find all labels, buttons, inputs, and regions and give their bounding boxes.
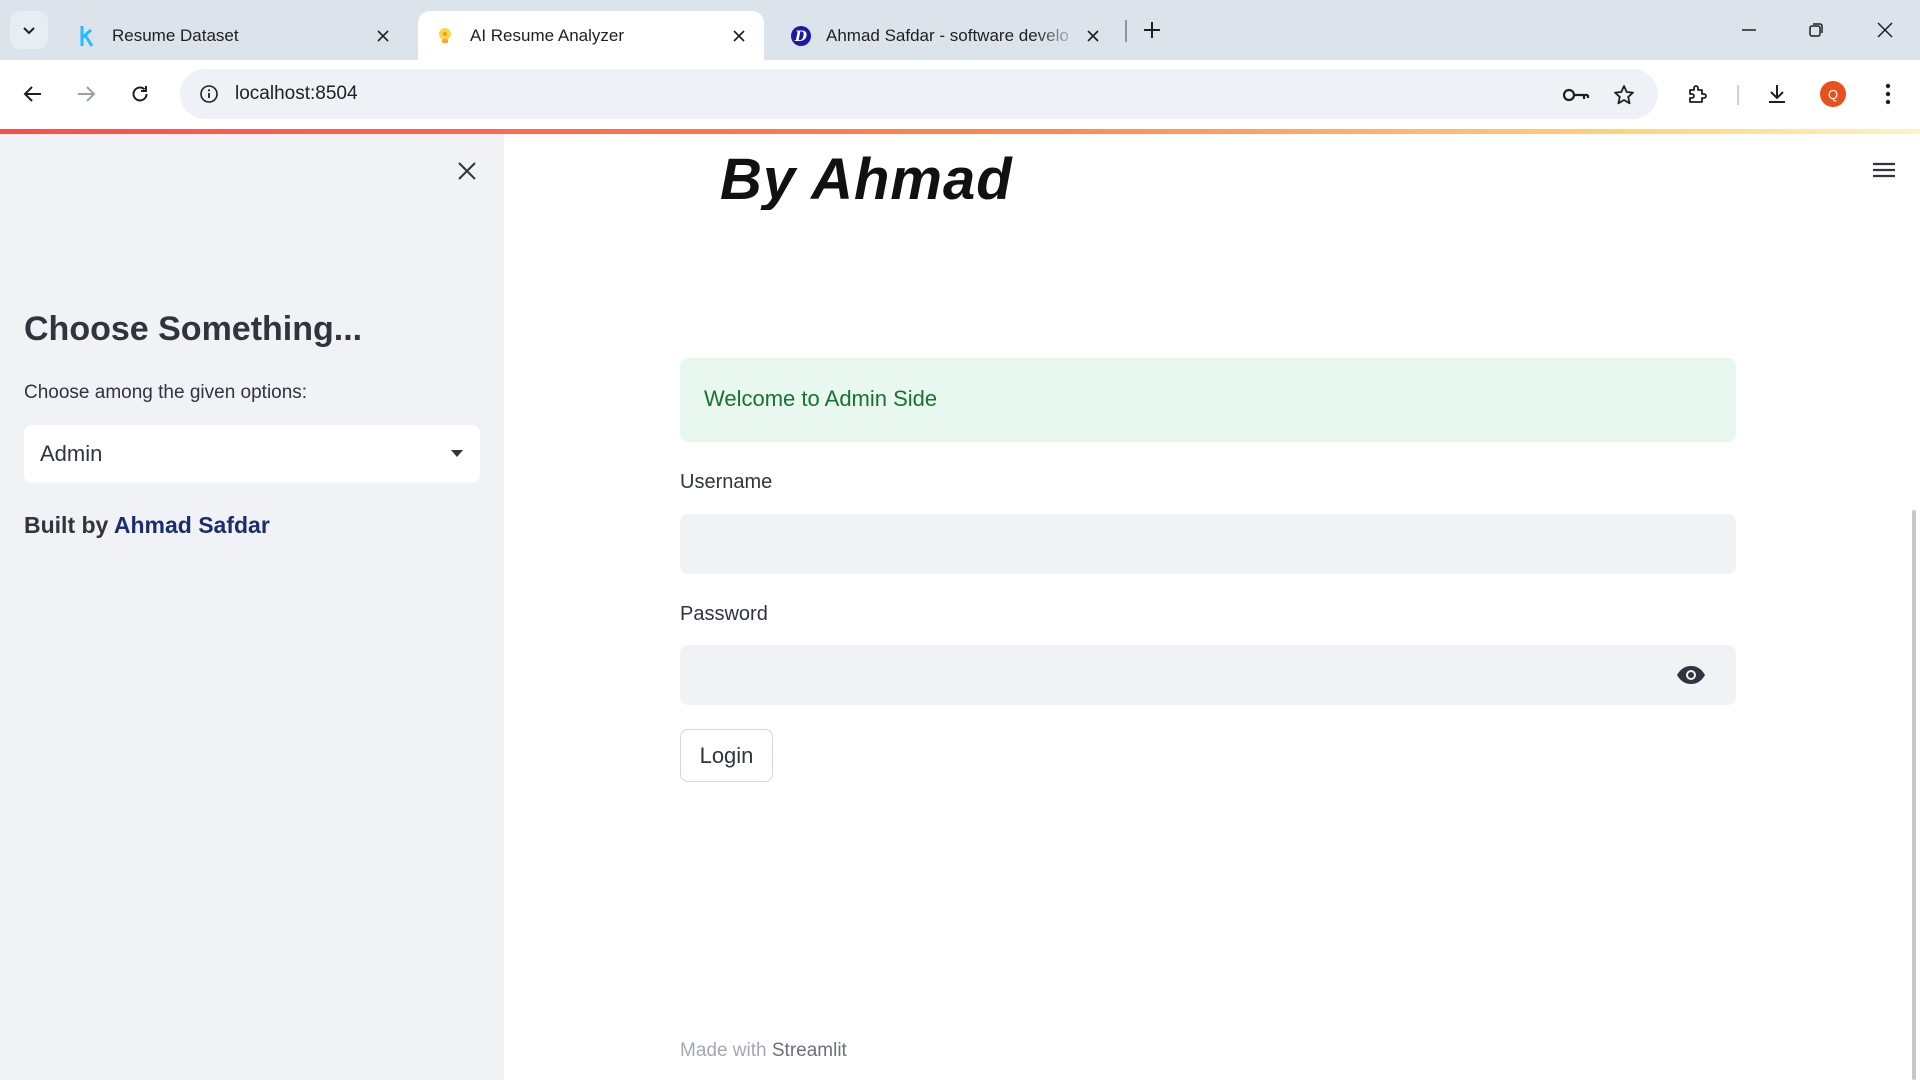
- author-link[interactable]: Ahmad Safdar: [114, 512, 270, 538]
- plus-icon: [1144, 22, 1160, 38]
- restore-icon: [1809, 23, 1823, 37]
- selected-option: Admin: [40, 441, 103, 466]
- sidebar-close-button[interactable]: [452, 156, 482, 186]
- option-select[interactable]: Admin: [24, 425, 480, 483]
- close-icon: [458, 162, 476, 180]
- close-icon[interactable]: [726, 23, 752, 49]
- arrow-right-icon: [78, 86, 96, 102]
- close-icon: [1877, 22, 1893, 38]
- minimize-button[interactable]: [1729, 10, 1769, 50]
- tab-search-button[interactable]: [10, 11, 48, 49]
- tab-ahmad-safdar[interactable]: D Ahmad Safdar - software develo: [774, 11, 1118, 60]
- tab-divider: [1125, 20, 1127, 42]
- close-icon[interactable]: [1080, 23, 1106, 49]
- success-message: Welcome to Admin Side: [704, 386, 938, 411]
- username-label: Username: [680, 471, 773, 493]
- tab-title: Resume Dataset: [112, 25, 239, 45]
- download-icon: [1769, 85, 1785, 103]
- password-label: Password: [680, 603, 768, 625]
- show-password-icon[interactable]: [1676, 661, 1706, 689]
- window-close-button[interactable]: [1865, 10, 1905, 50]
- password-input[interactable]: [680, 645, 1736, 705]
- streamlit-bulb-icon: [434, 25, 456, 47]
- built-by-prefix: Built by: [24, 512, 114, 538]
- profile-avatar[interactable]: Q: [1820, 81, 1846, 107]
- url-text: localhost:8504: [235, 83, 358, 104]
- restore-button[interactable]: [1796, 10, 1836, 50]
- address-bar[interactable]: localhost:8504: [180, 69, 1658, 119]
- tab-title: Ahmad Safdar - software develo: [826, 25, 1069, 45]
- downloads-button[interactable]: [1759, 76, 1795, 112]
- key-icon[interactable]: [1562, 81, 1590, 109]
- back-button[interactable]: [15, 76, 51, 112]
- reload-button[interactable]: [122, 76, 158, 112]
- site-info-icon[interactable]: [196, 81, 222, 107]
- built-by-text: Built by Ahmad Safdar: [24, 512, 270, 539]
- browser-tab-bar: Resume Dataset AI Resume Analyzer D Ahma…: [0, 0, 1920, 60]
- footer-prefix: Made with: [680, 1040, 772, 1061]
- browser-menu-button[interactable]: [1870, 76, 1906, 112]
- reload-icon: [132, 86, 148, 102]
- select-label: Choose among the given options:: [24, 382, 308, 403]
- login-button[interactable]: Login: [680, 729, 773, 782]
- main-menu-button[interactable]: [1868, 154, 1900, 186]
- sidebar-heading: Choose Something...: [24, 310, 363, 348]
- svg-text:D: D: [794, 29, 808, 45]
- streamlit-link[interactable]: Streamlit: [772, 1040, 847, 1061]
- success-alert: Welcome to Admin Side: [680, 358, 1736, 442]
- extensions-button[interactable]: [1680, 76, 1716, 112]
- close-icon[interactable]: [370, 23, 396, 49]
- footer: Made with Streamlit: [680, 1040, 847, 1062]
- main-scrollbar[interactable]: [1912, 510, 1916, 1080]
- tab-ai-resume-analyzer[interactable]: AI Resume Analyzer: [418, 11, 764, 60]
- page-heading-text: By Ahmad Safdar: [720, 147, 1013, 210]
- kebab-menu-icon: [1885, 83, 1891, 105]
- d-logo-icon: D: [790, 25, 812, 47]
- tab-resume-dataset[interactable]: Resume Dataset: [60, 11, 408, 60]
- chevron-down-icon: [23, 27, 35, 35]
- page-heading-clipped: By Ahmad Safdar: [720, 134, 1180, 210]
- tab-title: AI Resume Analyzer: [470, 25, 625, 45]
- sidebar: Choose Something... Choose among the giv…: [0, 134, 504, 1080]
- caret-down-icon: [448, 445, 466, 463]
- forward-button[interactable]: [68, 76, 104, 112]
- browser-toolbar: localhost:8504 Q: [0, 60, 1920, 128]
- hamburger-icon: [1873, 162, 1895, 178]
- username-input[interactable]: [680, 514, 1736, 574]
- toolbar-divider: [1737, 85, 1739, 105]
- bookmark-star-icon[interactable]: [1610, 81, 1638, 109]
- kaggle-k-icon: [76, 25, 98, 47]
- arrow-left-icon: [23, 86, 41, 102]
- new-tab-button[interactable]: [1136, 14, 1168, 46]
- puzzle-icon: [1689, 85, 1707, 103]
- minimize-icon: [1742, 29, 1756, 31]
